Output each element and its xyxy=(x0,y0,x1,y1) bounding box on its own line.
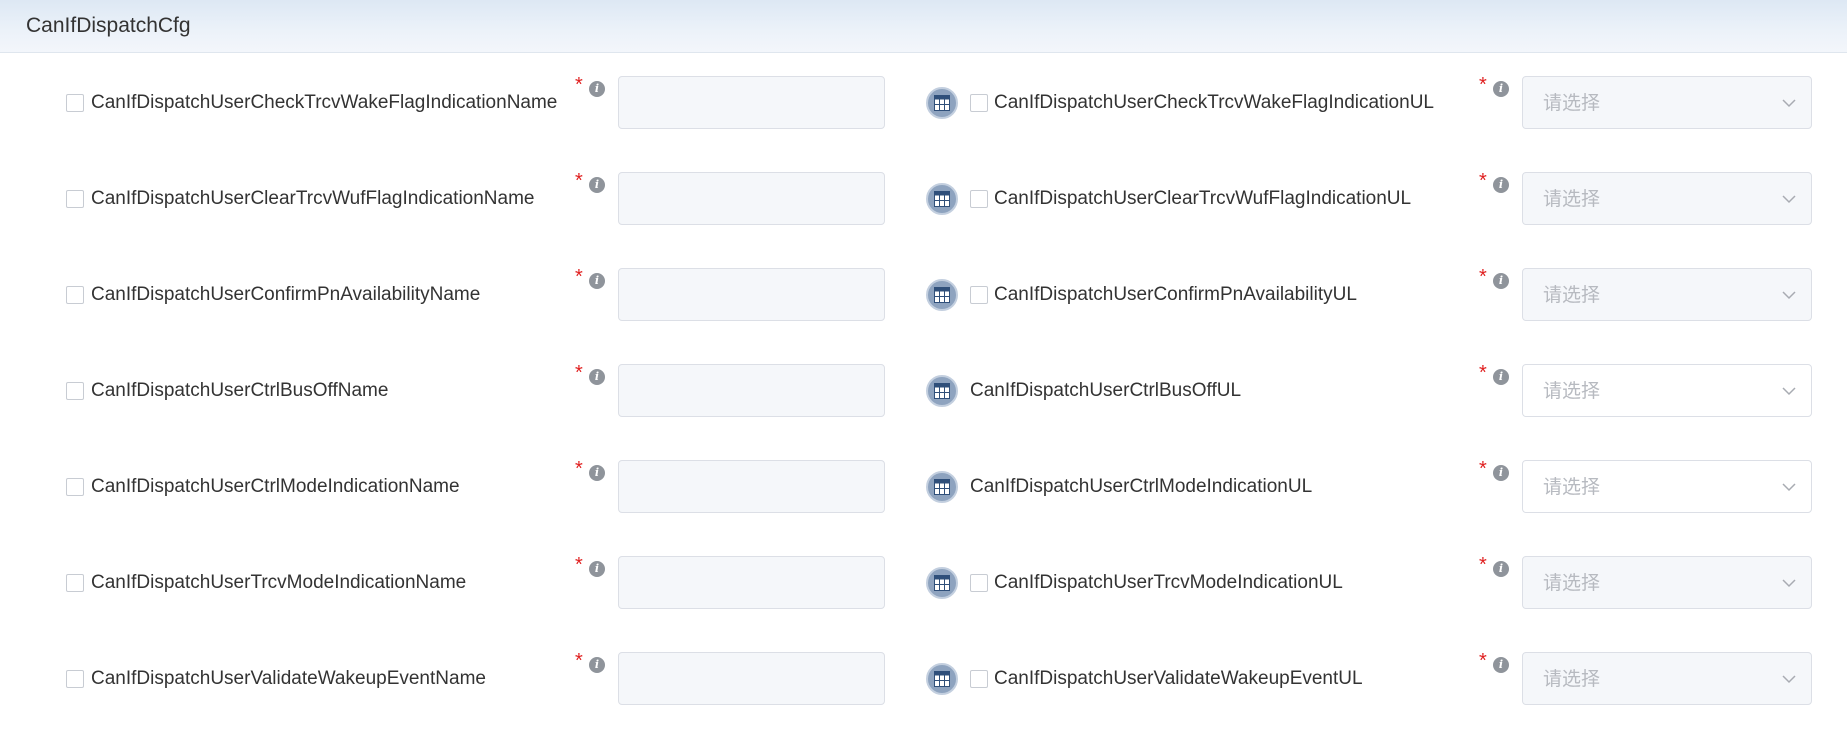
info-icon[interactable]: i xyxy=(589,369,605,385)
name-input[interactable] xyxy=(618,172,885,225)
info-icon[interactable]: i xyxy=(1493,657,1509,673)
chevron-down-icon xyxy=(1782,195,1796,204)
ul-field-label: CanIfDispatchUserClearTrcvWufFlagIndicat… xyxy=(994,188,1412,209)
table-icon[interactable] xyxy=(926,375,958,407)
ul-checkbox[interactable] xyxy=(970,190,988,208)
form-row: CanIfDispatchUserValidateWakeupEventName… xyxy=(0,649,1847,709)
info-icon[interactable]: i xyxy=(1493,81,1509,97)
table-icon[interactable] xyxy=(926,471,958,503)
name-input[interactable] xyxy=(618,268,885,321)
ul-select[interactable]: 请选择 xyxy=(1522,268,1812,321)
info-icon[interactable]: i xyxy=(589,81,605,97)
form-row: CanIfDispatchUserCheckTrcvWakeFlagIndica… xyxy=(0,73,1847,133)
name-checkbox[interactable] xyxy=(66,94,84,112)
chevron-down-icon xyxy=(1782,483,1796,492)
ul-select[interactable]: 请选择 xyxy=(1522,364,1812,417)
name-checkbox[interactable] xyxy=(66,190,84,208)
chevron-down-icon xyxy=(1782,387,1796,396)
select-placeholder: 请选择 xyxy=(1543,188,1601,210)
name-input[interactable] xyxy=(618,652,885,705)
ul-select[interactable]: 请选择 xyxy=(1522,76,1812,129)
select-placeholder: 请选择 xyxy=(1543,476,1601,498)
info-icon[interactable]: i xyxy=(589,657,605,673)
info-icon[interactable]: i xyxy=(589,465,605,481)
ul-field-label: CanIfDispatchUserConfirmPnAvailabilityUL xyxy=(994,284,1357,305)
required-marker: * xyxy=(575,362,583,384)
select-placeholder: 请选择 xyxy=(1543,92,1601,114)
ul-select[interactable]: 请选择 xyxy=(1522,556,1812,609)
name-input[interactable] xyxy=(618,364,885,417)
ul-field-label: CanIfDispatchUserCtrlBusOffUL xyxy=(970,380,1242,401)
name-checkbox[interactable] xyxy=(66,478,84,496)
name-field-label: CanIfDispatchUserValidateWakeupEventName xyxy=(91,668,486,689)
name-field-label: CanIfDispatchUserConfirmPnAvailabilityNa… xyxy=(91,284,481,305)
name-field-label: CanIfDispatchUserCtrlBusOffName xyxy=(91,380,389,401)
required-marker: * xyxy=(575,74,583,96)
ul-field-label: CanIfDispatchUserValidateWakeupEventUL xyxy=(994,668,1363,689)
required-marker: * xyxy=(575,458,583,480)
required-marker: * xyxy=(575,170,583,192)
table-icon[interactable] xyxy=(926,279,958,311)
ul-select[interactable]: 请选择 xyxy=(1522,172,1812,225)
required-marker: * xyxy=(575,554,583,576)
form-row: CanIfDispatchUserClearTrcvWufFlagIndicat… xyxy=(0,169,1847,229)
select-placeholder: 请选择 xyxy=(1543,668,1601,690)
ul-select[interactable]: 请选择 xyxy=(1522,460,1812,513)
name-input[interactable] xyxy=(618,76,885,129)
select-placeholder: 请选择 xyxy=(1543,572,1601,594)
ul-checkbox[interactable] xyxy=(970,670,988,688)
form-row: CanIfDispatchUserCtrlBusOffName * i CanI… xyxy=(0,361,1847,421)
chevron-down-icon xyxy=(1782,579,1796,588)
required-marker: * xyxy=(1479,362,1487,384)
ul-field-label: CanIfDispatchUserCheckTrcvWakeFlagIndica… xyxy=(994,92,1434,113)
required-marker: * xyxy=(1479,170,1487,192)
info-icon[interactable]: i xyxy=(589,273,605,289)
ul-checkbox[interactable] xyxy=(970,574,988,592)
name-field-label: CanIfDispatchUserClearTrcvWufFlagIndicat… xyxy=(91,188,535,209)
ul-checkbox[interactable] xyxy=(970,94,988,112)
table-icon[interactable] xyxy=(926,567,958,599)
required-marker: * xyxy=(575,266,583,288)
table-icon[interactable] xyxy=(926,183,958,215)
info-icon[interactable]: i xyxy=(1493,369,1509,385)
name-input[interactable] xyxy=(618,460,885,513)
page-title: CanIfDispatchCfg xyxy=(26,14,191,37)
required-marker: * xyxy=(1479,74,1487,96)
info-icon[interactable]: i xyxy=(589,177,605,193)
name-field-label: CanIfDispatchUserCheckTrcvWakeFlagIndica… xyxy=(91,92,558,113)
info-icon[interactable]: i xyxy=(1493,465,1509,481)
form-row: CanIfDispatchUserTrcvModeIndicationName … xyxy=(0,553,1847,613)
info-icon[interactable]: i xyxy=(589,561,605,577)
required-marker: * xyxy=(1479,650,1487,672)
name-field-label: CanIfDispatchUserTrcvModeIndicationName xyxy=(91,572,467,593)
name-input[interactable] xyxy=(618,556,885,609)
ul-field-label: CanIfDispatchUserTrcvModeIndicationUL xyxy=(994,572,1343,593)
required-marker: * xyxy=(1479,554,1487,576)
name-checkbox[interactable] xyxy=(66,670,84,688)
page-header: CanIfDispatchCfg xyxy=(0,0,1847,53)
info-icon[interactable]: i xyxy=(1493,177,1509,193)
select-placeholder: 请选择 xyxy=(1543,284,1601,306)
name-checkbox[interactable] xyxy=(66,286,84,304)
form-row: CanIfDispatchUserCtrlModeIndicationName … xyxy=(0,457,1847,517)
chevron-down-icon xyxy=(1782,291,1796,300)
required-marker: * xyxy=(1479,266,1487,288)
table-icon[interactable] xyxy=(926,87,958,119)
chevron-down-icon xyxy=(1782,675,1796,684)
ul-checkbox[interactable] xyxy=(970,286,988,304)
name-checkbox[interactable] xyxy=(66,574,84,592)
name-field-label: CanIfDispatchUserCtrlModeIndicationName xyxy=(91,476,460,497)
form-row: CanIfDispatchUserConfirmPnAvailabilityNa… xyxy=(0,265,1847,325)
select-placeholder: 请选择 xyxy=(1543,380,1601,402)
chevron-down-icon xyxy=(1782,99,1796,108)
info-icon[interactable]: i xyxy=(1493,561,1509,577)
ul-select[interactable]: 请选择 xyxy=(1522,652,1812,705)
name-checkbox[interactable] xyxy=(66,382,84,400)
required-marker: * xyxy=(575,650,583,672)
ul-field-label: CanIfDispatchUserCtrlModeIndicationUL xyxy=(970,476,1313,497)
required-marker: * xyxy=(1479,458,1487,480)
table-icon[interactable] xyxy=(926,663,958,695)
info-icon[interactable]: i xyxy=(1493,273,1509,289)
